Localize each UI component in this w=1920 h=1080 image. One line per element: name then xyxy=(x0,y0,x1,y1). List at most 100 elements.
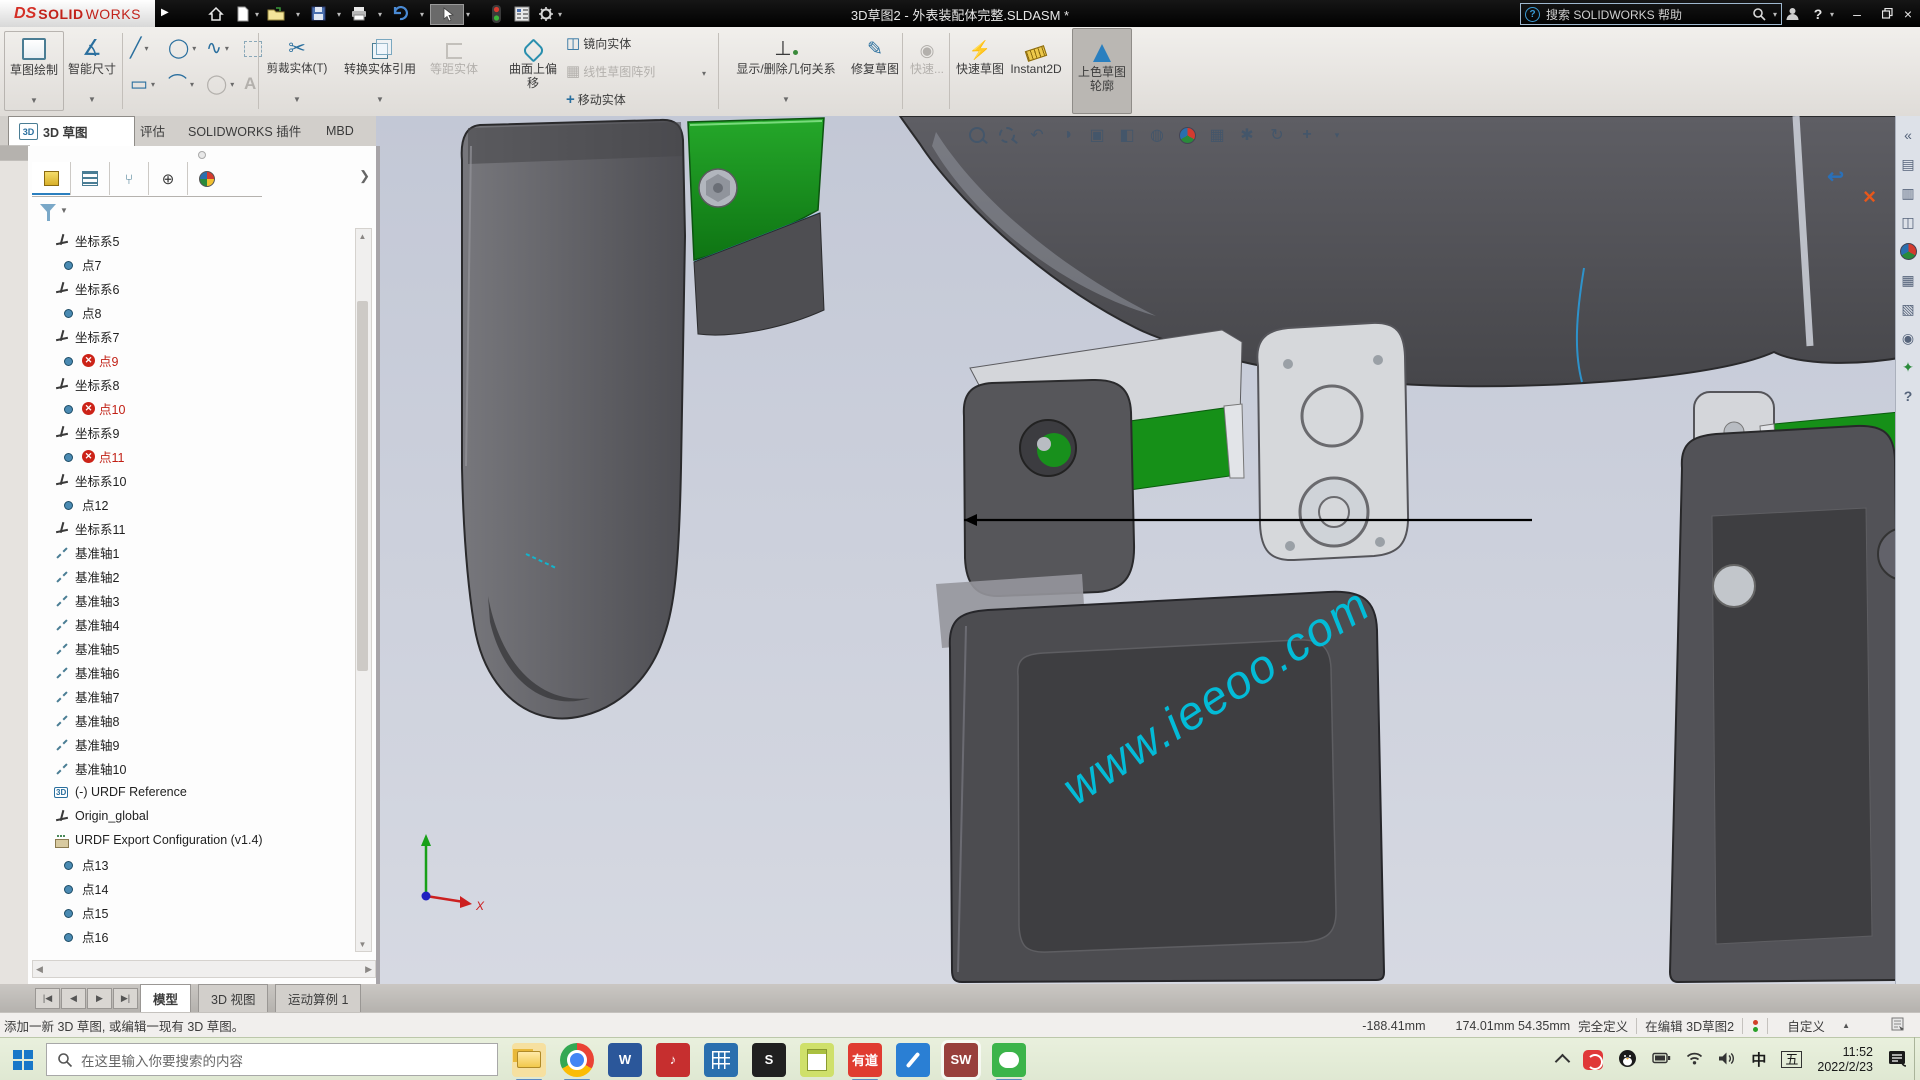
minimize-button[interactable]: – xyxy=(1842,0,1872,27)
new-caret-icon[interactable]: ▾ xyxy=(255,10,259,19)
view-settings-icon[interactable]: ✱ xyxy=(1236,124,1258,146)
tab-mbd[interactable]: MBD xyxy=(316,116,364,145)
text-tool-button[interactable]: A xyxy=(244,75,256,92)
taskbar-app[interactable]: S xyxy=(752,1043,786,1077)
tree-item[interactable]: 基准轴8 xyxy=(28,708,352,732)
tree-item[interactable]: 基准轴5 xyxy=(28,636,352,660)
convert-caret-icon[interactable]: ▼ xyxy=(376,93,384,107)
tab-motion-study[interactable]: 运动算例 1 xyxy=(275,984,361,1012)
tab-displaymanager[interactable]: ⊕ xyxy=(149,162,188,195)
volume-icon[interactable] xyxy=(1718,1051,1736,1069)
tree-item[interactable]: 点15 xyxy=(28,900,352,924)
taskbar-app[interactable] xyxy=(704,1043,738,1077)
zoom-fit-icon[interactable] xyxy=(966,124,988,146)
tab-propertymanager[interactable] xyxy=(71,162,110,195)
tree-item[interactable]: 点11 xyxy=(28,444,352,468)
first-tab-icon[interactable]: |◀ xyxy=(35,988,60,1009)
zoom-to-area-icon[interactable] xyxy=(996,124,1018,146)
tree-item[interactable]: 点10 xyxy=(28,396,352,420)
tree-item[interactable]: 坐标系10 xyxy=(28,468,352,492)
filter-caret-icon[interactable]: ▼ xyxy=(60,206,68,215)
tab-3d-views[interactable]: 3D 视图 xyxy=(198,984,268,1012)
options-list-icon[interactable] xyxy=(512,4,532,23)
trim-entities-button[interactable]: ✂ 剪裁实体(T) ▼ xyxy=(262,31,332,109)
settings-gear-icon[interactable] xyxy=(536,4,556,23)
tab-model[interactable]: 模型 xyxy=(140,984,191,1012)
linear-pattern-button[interactable]: ▦ 线性草图阵列 xyxy=(566,63,655,80)
tree-item[interactable]: Origin_global xyxy=(28,804,352,828)
tray-expand-icon[interactable] xyxy=(1555,1054,1571,1070)
qq-browser-icon[interactable] xyxy=(1583,1050,1603,1070)
hud-more-caret-icon[interactable]: ▾ xyxy=(1326,124,1348,146)
tab-featuremanager[interactable] xyxy=(32,162,71,195)
filter-funnel-icon[interactable] xyxy=(40,204,56,213)
pattern-box-button[interactable] xyxy=(244,41,262,57)
taskbar-app[interactable]: 有道 xyxy=(848,1043,882,1077)
display-style-icon[interactable]: ◧ xyxy=(1116,124,1138,146)
view-orientation-icon[interactable]: ▣ xyxy=(1086,124,1108,146)
tree-item[interactable]: 点14 xyxy=(28,876,352,900)
tree-item[interactable]: 基准轴4 xyxy=(28,612,352,636)
print-icon[interactable] xyxy=(349,4,369,23)
show-desktop-button[interactable] xyxy=(1914,1037,1920,1080)
previous-view-icon[interactable]: ↶ xyxy=(1026,124,1048,146)
circle-tool-button[interactable]: ◯▾ xyxy=(168,39,196,58)
tree-item[interactable]: URDF Export Configuration (v1.4) xyxy=(28,828,352,852)
tree-item[interactable]: 点16 xyxy=(28,924,352,948)
file-explorer-icon[interactable]: ▥ xyxy=(1898,183,1918,203)
panel-expand-icon[interactable]: ❯ xyxy=(359,168,370,184)
taskbar-app[interactable] xyxy=(512,1043,546,1077)
home-icon[interactable] xyxy=(206,4,226,23)
scroll-left-icon[interactable]: ◀ xyxy=(36,964,43,975)
scrollbar-thumb[interactable] xyxy=(357,301,368,671)
tree-item[interactable]: 基准轴3 xyxy=(28,588,352,612)
apply-scene-icon[interactable]: ▦ xyxy=(1206,124,1228,146)
tree-item[interactable]: 基准轴7 xyxy=(28,684,352,708)
line-tool-button[interactable]: ╱▾ xyxy=(130,39,148,58)
save-caret-icon[interactable]: ▾ xyxy=(337,10,341,19)
tab-3d-sketch[interactable]: 3D 3D 草图 xyxy=(8,116,135,146)
help-caret-icon[interactable]: ▾ xyxy=(1830,10,1834,19)
undo-caret-icon[interactable]: ▾ xyxy=(420,10,424,19)
open-icon[interactable] xyxy=(266,4,286,23)
sketch-caret-icon[interactable]: ▼ xyxy=(30,94,38,108)
start-button[interactable] xyxy=(0,1038,46,1080)
edit-appearance-icon[interactable] xyxy=(1176,124,1198,146)
tree-item[interactable]: (-) URDF Reference xyxy=(28,780,352,804)
panel-handle-icon[interactable] xyxy=(198,151,206,159)
cancel-sketch-icon[interactable]: × xyxy=(1863,184,1876,210)
hide-show-items-icon[interactable]: ◍ xyxy=(1146,124,1168,146)
close-button[interactable]: × xyxy=(1896,0,1920,27)
convert-entities-button[interactable]: 转换实体引用 ▼ xyxy=(334,31,426,109)
instant2d-button[interactable]: Instant2D xyxy=(1008,31,1064,109)
battery-icon[interactable] xyxy=(1652,1052,1671,1067)
taskbar-app[interactable]: ♪ xyxy=(656,1043,690,1077)
display-delete-relations-button[interactable]: ⊥ 显示/删除几何关系 ▼ xyxy=(724,31,848,109)
view-palette-icon[interactable]: ◫ xyxy=(1898,212,1918,232)
taskbar-app[interactable] xyxy=(800,1043,834,1077)
quick-snaps-button[interactable]: ◉ 快速... xyxy=(906,31,948,109)
relations-caret-icon[interactable]: ▼ xyxy=(782,93,790,107)
tree-item[interactable]: 坐标系8 xyxy=(28,372,352,396)
tree-item[interactable]: 点13 xyxy=(28,852,352,876)
smart-dimension-button[interactable]: ∡ 智能尺寸 ▼ xyxy=(64,31,120,109)
tree-item[interactable]: 坐标系6 xyxy=(28,276,352,300)
tree-item[interactable]: 点8 xyxy=(28,300,352,324)
rapid-sketch-button[interactable]: ⚡ 快速草图 xyxy=(953,31,1007,109)
tree-item[interactable]: 基准轴2 xyxy=(28,564,352,588)
logo-expand-icon[interactable]: ▶ xyxy=(161,7,169,18)
scroll-down-icon[interactable]: ▼ xyxy=(356,937,369,951)
scroll-right-icon[interactable]: ▶ xyxy=(365,964,372,975)
ellipse-tool-button[interactable]: ◯▾ xyxy=(206,75,234,94)
taskbar-app[interactable]: W xyxy=(608,1043,642,1077)
rebuild-traffic-icon[interactable] xyxy=(486,4,506,23)
tab-evaluate[interactable]: 评估 xyxy=(130,116,175,145)
input-mode-indicator[interactable]: 五 xyxy=(1781,1051,1802,1068)
rotate-view-icon[interactable]: ↻ xyxy=(1266,124,1288,146)
trim-caret-icon[interactable]: ▼ xyxy=(293,93,301,107)
print-caret-icon[interactable]: ▾ xyxy=(378,10,382,19)
wifi-icon[interactable] xyxy=(1686,1051,1703,1068)
tree-item[interactable]: 点9 xyxy=(28,348,352,372)
custom-caret-icon[interactable]: ▲ xyxy=(1842,1021,1850,1030)
scroll-up-icon[interactable]: ▲ xyxy=(356,229,369,243)
